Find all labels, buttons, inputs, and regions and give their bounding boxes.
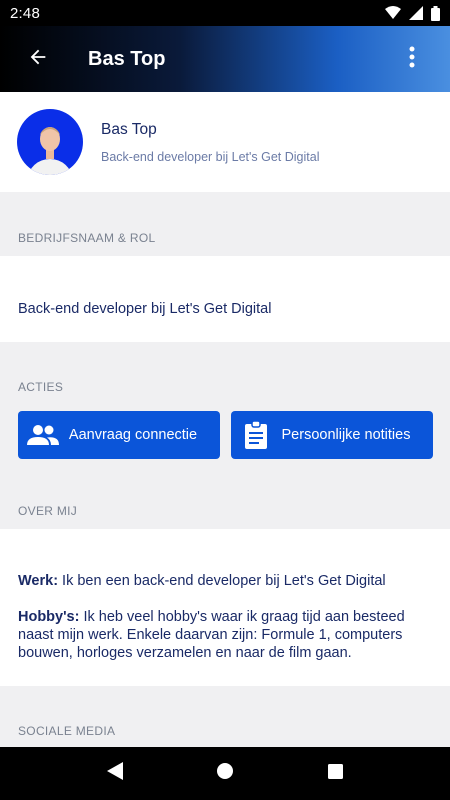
personal-notes-button[interactable]: Persoonlijke notities <box>231 411 433 459</box>
about-work: Werk: Ik ben een back-end developer bij … <box>18 572 433 590</box>
system-nav-bar <box>0 747 450 800</box>
profile-card: Bas Top Back-end developer bij Let's Get… <box>0 92 450 192</box>
nav-home-button[interactable] <box>217 763 234 784</box>
nav-back-button[interactable] <box>107 762 124 785</box>
status-bar: 2:48 <box>0 0 450 26</box>
role-text: Back-end developer bij Let's Get Digital <box>18 301 272 317</box>
status-icons <box>385 5 440 21</box>
section-header-role: BEDRIJFSNAAM & ROL <box>18 231 156 245</box>
signal-icon <box>409 6 423 20</box>
battery-icon <box>431 5 440 21</box>
clipboard-icon <box>235 421 277 449</box>
page-title: Bas Top <box>88 47 166 70</box>
section-header-actions: ACTIES <box>18 380 64 394</box>
wifi-icon <box>385 6 401 20</box>
section-header-social: SOCIALE MEDIA <box>18 724 116 738</box>
section-header-about: OVER MIJ <box>18 504 78 518</box>
overflow-menu-button[interactable] <box>400 39 424 79</box>
about-work-label: Werk: <box>18 573 59 589</box>
app-bar: Bas Top <box>0 26 450 92</box>
back-button[interactable] <box>18 39 58 79</box>
about-work-text: Ik ben een back-end developer bij Let's … <box>58 573 386 589</box>
avatar[interactable] <box>17 109 83 175</box>
about-hobbies: Hobby's: Ik heb veel hobby's waar ik gra… <box>18 608 433 662</box>
about-hobby-label: Hobby's: <box>18 609 80 625</box>
personal-notes-label: Persoonlijke notities <box>281 427 411 443</box>
nav-recents-button[interactable] <box>327 763 343 784</box>
status-time: 2:48 <box>10 4 40 22</box>
more-vert-icon <box>409 46 415 73</box>
arrow-back-icon <box>27 46 49 73</box>
profile-subtitle: Back-end developer bij Let's Get Digital <box>101 149 320 164</box>
profile-name: Bas Top <box>101 120 157 138</box>
request-connection-button[interactable]: Aanvraag connectie <box>18 411 220 459</box>
people-icon <box>22 424 64 446</box>
role-card: Back-end developer bij Let's Get Digital <box>0 256 450 342</box>
request-connection-label: Aanvraag connectie <box>68 427 198 443</box>
